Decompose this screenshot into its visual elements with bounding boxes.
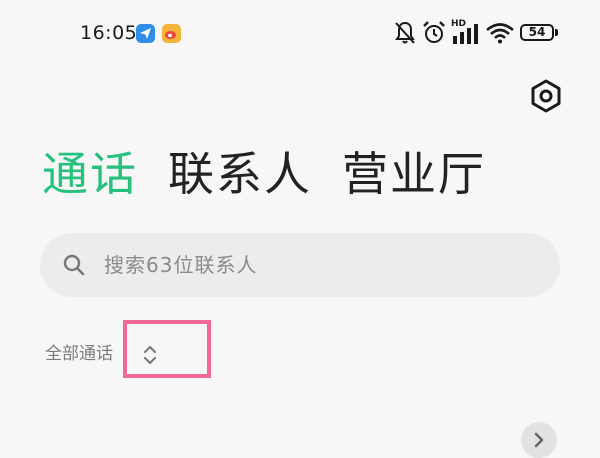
- battery-icon: 54: [520, 24, 554, 41]
- wifi-icon: [486, 23, 514, 44]
- call-filter-toggle[interactable]: [138, 343, 162, 367]
- call-filter-label[interactable]: 全部通话: [45, 342, 113, 366]
- weibo-app-icon: [162, 24, 181, 43]
- battery-tip: [555, 29, 558, 36]
- tab-contacts[interactable]: 联系人: [168, 142, 312, 206]
- battery-level: 54: [528, 25, 546, 39]
- search-input[interactable]: 搜索63位联系人: [40, 233, 560, 297]
- settings-button[interactable]: [526, 76, 566, 116]
- next-button[interactable]: [521, 422, 557, 458]
- tab-service-hall[interactable]: 营业厅: [342, 142, 486, 206]
- search-icon: [63, 254, 85, 276]
- settings-hexagon-icon: [531, 79, 561, 113]
- tab-calls[interactable]: 通话: [42, 142, 138, 206]
- highlight-box: [123, 320, 211, 378]
- location-app-icon: [136, 24, 155, 43]
- search-placeholder: 搜索63位联系人: [104, 253, 258, 277]
- chevron-up-down-icon: [143, 345, 157, 365]
- chevron-right-icon: [534, 432, 544, 448]
- status-time: 16:05: [80, 22, 138, 44]
- status-bar: 16:05 HD 54: [0, 0, 600, 66]
- signal-icon: [453, 24, 478, 44]
- mute-icon: [395, 21, 415, 44]
- main-tabs: 通话 联系人 营业厅: [42, 142, 486, 206]
- alarm-icon: [423, 21, 445, 43]
